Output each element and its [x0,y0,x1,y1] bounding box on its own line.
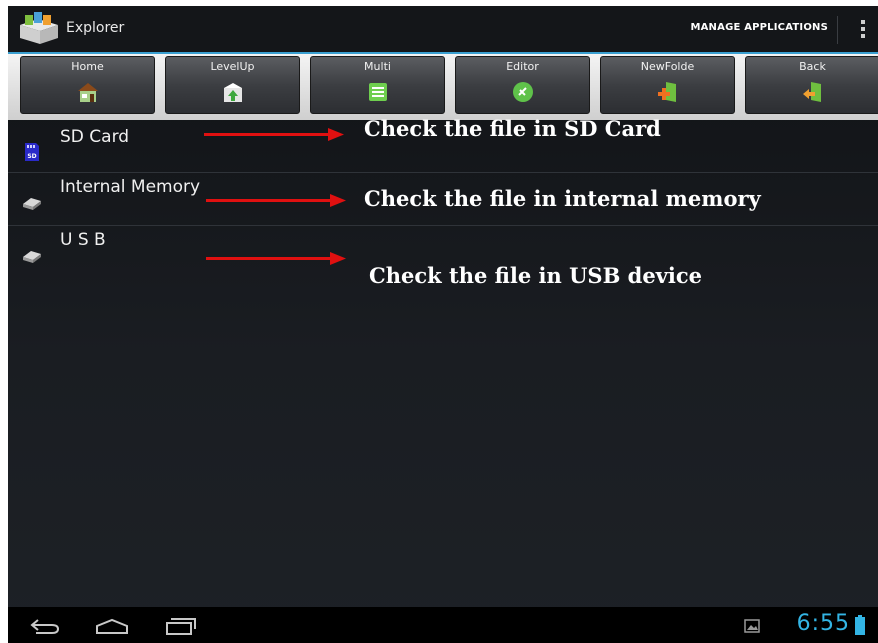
drive-icon [23,198,41,210]
editor-button[interactable]: Editor [455,56,590,114]
annotation-note: Check the file in internal memory [364,186,761,211]
battery-icon [855,615,865,635]
new-folder-icon [657,82,676,102]
editor-icon [512,82,533,102]
home-icon [77,83,98,102]
gallery-notification-icon[interactable] [744,619,760,633]
system-navigation-bar: 6:55 [8,607,878,643]
recent-apps-nav-icon[interactable] [164,616,198,636]
manage-applications-button[interactable]: MANAGE APPLICATIONS [690,22,828,33]
drive-icon [23,251,41,263]
multi-select-icon [368,83,387,101]
app-title: Explorer [66,20,125,36]
back-nav-icon[interactable] [28,617,62,635]
storage-item-label: Internal Memory [60,177,201,197]
back-icon [802,82,821,102]
tablet-screen: Explorer MANAGE APPLICATIONS Home LevelU… [8,6,878,643]
level-up-icon [223,83,242,102]
home-button[interactable]: Home [20,56,155,114]
storage-item-label: SD Card [60,127,130,147]
home-button-label: Home [71,60,104,73]
annotation-arrow [204,128,344,141]
new-folder-button[interactable]: NewFolde [600,56,735,114]
multi-button[interactable]: Multi [310,56,445,114]
annotation-arrow [206,194,346,207]
annotation-note: Check the file in SD Card [364,116,661,141]
action-bar-separator [837,16,838,44]
back-button[interactable]: Back [745,56,878,114]
action-bar: Explorer MANAGE APPLICATIONS [8,6,878,54]
svg-text:SD: SD [27,153,36,160]
back-button-label: Back [799,60,826,73]
level-up-button[interactable]: LevelUp [165,56,300,114]
annotation-note: Check the file in USB device [369,263,703,288]
overflow-menu-icon[interactable] [860,20,866,40]
sd-card-icon: SD [25,143,39,161]
storage-item-label: U S B [60,230,106,250]
status-clock[interactable]: 6:55 [797,611,850,636]
multi-button-label: Multi [364,60,391,73]
editor-button-label: Editor [506,60,539,73]
new-folder-button-label: NewFolde [640,60,695,73]
explorer-app-icon[interactable] [16,11,62,45]
annotation-arrow [206,252,346,265]
level-up-button-label: LevelUp [210,60,255,73]
toolbar: Home LevelUp Multi Editor NewFolde Back [8,54,878,120]
home-nav-icon[interactable] [94,617,130,635]
